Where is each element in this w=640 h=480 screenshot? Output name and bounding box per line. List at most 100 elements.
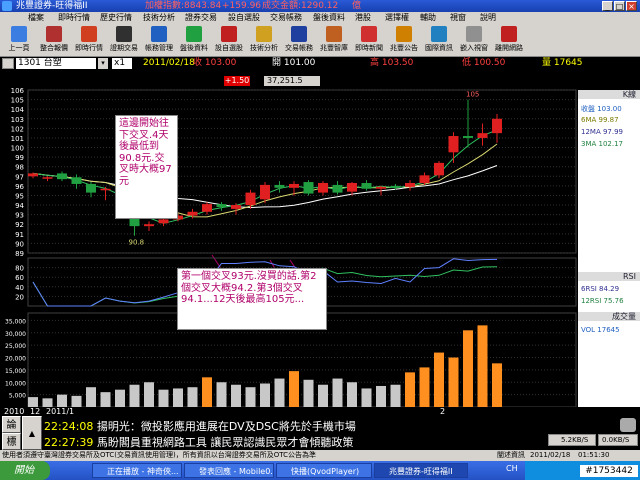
toolbar-button-ledger[interactable]: 交易帳務: [284, 25, 314, 55]
menu-realtime[interactable]: 即時行情: [58, 12, 90, 23]
toolbar-button-realtime[interactable]: 即時行情: [74, 25, 104, 55]
period-select[interactable]: x1: [112, 58, 132, 69]
candle-body: [216, 204, 227, 207]
price-chart[interactable]: 1061051041031021011009998979695949392919…: [0, 70, 640, 408]
news-text: 馬盼閣員重視網路工具 讓民眾認識民眾才會傾聽政策: [96, 436, 354, 449]
menu-window[interactable]: 視窗: [450, 12, 466, 23]
quote-date: 2011/02/18: [143, 58, 195, 68]
back-icon: [11, 26, 27, 42]
volume-tick-label: 35,000: [5, 318, 26, 325]
price-tick-label: 96: [15, 183, 24, 191]
status-disclaimer: 使用者須遵守臺灣證券交易所及OTC(交易資訊使用管理)，所有資訊以台灣證券交易所…: [2, 451, 316, 459]
menu-hk[interactable]: 港股: [355, 12, 371, 23]
toolbar-button-announce[interactable]: 兆豐公告: [389, 25, 419, 55]
toolbar-button-news[interactable]: 即時新聞: [354, 25, 384, 55]
embed-icon: [466, 26, 482, 42]
kline-panel-title: K線: [578, 90, 640, 99]
menu-file[interactable]: 檔案: [28, 12, 44, 23]
quote-icon: [46, 26, 62, 42]
toolbar-button-globe[interactable]: 國際資訊: [424, 25, 454, 55]
menu-help[interactable]: 說明: [480, 12, 496, 23]
watchlist-icon: [221, 26, 237, 42]
time-label-2010: 2010: [4, 407, 25, 416]
turnover-label: 成交金額:1290.12: [262, 1, 339, 11]
toolbar-button-account[interactable]: 帳務管理: [144, 25, 174, 55]
language-indicator[interactable]: CH: [506, 464, 518, 473]
announce-icon: [396, 26, 412, 42]
menu-technical[interactable]: 技術分析: [143, 12, 175, 23]
menu-watchlist[interactable]: 設自選股: [228, 12, 260, 23]
toolbar-button-label: 即時行情: [75, 44, 103, 52]
symbol-dropdown-icon[interactable]: ▾: [98, 58, 108, 69]
menu-tools[interactable]: 輔助: [420, 12, 436, 23]
task-player[interactable]: 正在播放 - 神奇俠...: [92, 463, 182, 478]
quote-bar: 1301 台塑 ▾ x1 2011/02/18 收 103.00 開 101.0…: [0, 57, 640, 70]
toolbar-button-analysis[interactable]: 技術分析: [249, 25, 279, 55]
symbol-input[interactable]: 1301 台塑: [16, 58, 96, 69]
status-time: 01:51:30: [578, 451, 610, 459]
toolbar-button-quote[interactable]: 整合報價: [39, 25, 69, 55]
price-tick-label: 91: [15, 231, 24, 239]
globe-icon: [431, 26, 447, 42]
data-icon: [186, 26, 202, 42]
candle-body: [492, 118, 502, 134]
toolbar-button-embed[interactable]: 嵌入視窗: [459, 25, 489, 55]
news-comment-button[interactable]: 論: [2, 416, 21, 433]
index-label: 加權指數:8843.84: [145, 1, 222, 11]
window-title: 兆豐證券-旺得福II: [16, 1, 88, 11]
volume-panel-title: 成交量: [578, 312, 640, 321]
volume-bar: [187, 387, 198, 407]
time-label-dec: 12: [30, 407, 41, 416]
upload-rate: 0.0KB/S: [598, 434, 638, 446]
toolbar-button-back[interactable]: 上一頁: [4, 25, 34, 55]
menu-ledger[interactable]: 交易帳務: [270, 12, 302, 23]
price-tick-label: 94: [15, 202, 24, 210]
volume-bar: [289, 371, 299, 407]
toolbar-button-library[interactable]: 兆豐智庫: [319, 25, 349, 55]
speaker-icon[interactable]: [620, 418, 636, 432]
toolbar-button-watchlist[interactable]: 設自選股: [214, 25, 244, 55]
candle-body: [71, 177, 82, 184]
menu-options[interactable]: 選擇權: [385, 12, 409, 23]
toolbar-button-data[interactable]: 盤後資料: [179, 25, 209, 55]
news-scroll-icon[interactable]: ▲: [22, 416, 42, 450]
volume-bar: [115, 389, 125, 407]
toolbar-button-trade[interactable]: 證期交易: [109, 25, 139, 55]
toolbar-button-label: 兆豐公告: [390, 44, 418, 52]
app-icon: [2, 1, 12, 11]
volume-tick-label: 15,000: [5, 368, 26, 375]
task-browser[interactable]: 發表回應 - Mobile0...: [184, 463, 274, 478]
candle-body: [318, 183, 328, 193]
quote-high: 高 103.50: [370, 58, 414, 68]
chart-area[interactable]: 106 105 104 103 102 101 100 99 98 97 96 95 94 93 92 91 9…: [0, 70, 640, 408]
price-tick-label: 93: [15, 212, 24, 220]
rsi12-value: 12RSI 75.76: [581, 297, 624, 305]
volume-bar: [318, 384, 328, 407]
task-trading-app[interactable]: 兆豐證券-旺得福II: [374, 463, 468, 478]
maximize-button[interactable]: □: [614, 1, 625, 11]
news-label-button[interactable]: 標: [2, 433, 21, 450]
start-button[interactable]: 開始: [0, 461, 50, 480]
nav-left-icon[interactable]: [2, 58, 14, 69]
task-qvod[interactable]: 快播(QvodPlayer): [276, 463, 372, 478]
volume-bar: [57, 394, 67, 407]
candle-body: [347, 183, 357, 192]
close-button[interactable]: ×: [626, 1, 637, 11]
turnover-value: 37,251.5: [264, 76, 320, 86]
toolbar-button-exit[interactable]: 離開網路: [494, 25, 524, 55]
menu-history[interactable]: 歷史行情: [100, 12, 132, 23]
news-item[interactable]: 22:27:39 馬盼閣員重視網路工具 讓民眾認識民眾才會傾聽政策: [44, 434, 353, 450]
news-item[interactable]: 22:24:08 揚明光：微投影應用進展在DV及DSC將先於手機市場: [44, 418, 356, 434]
menu-afterhours[interactable]: 盤後資料: [313, 12, 345, 23]
volume-bar: [129, 384, 140, 407]
volume-bar: [28, 397, 38, 407]
minimize-button[interactable]: _: [602, 1, 613, 11]
volume-bar: [419, 367, 430, 407]
turnover-unit: 億: [352, 1, 362, 11]
ledger-icon: [291, 26, 307, 42]
price-tick-label: 99: [15, 154, 24, 162]
candle-body: [463, 136, 473, 138]
volume-bar: [477, 325, 488, 407]
menu-securities[interactable]: 證券交易: [185, 12, 217, 23]
volume-tick-label: 30,000: [5, 331, 26, 338]
